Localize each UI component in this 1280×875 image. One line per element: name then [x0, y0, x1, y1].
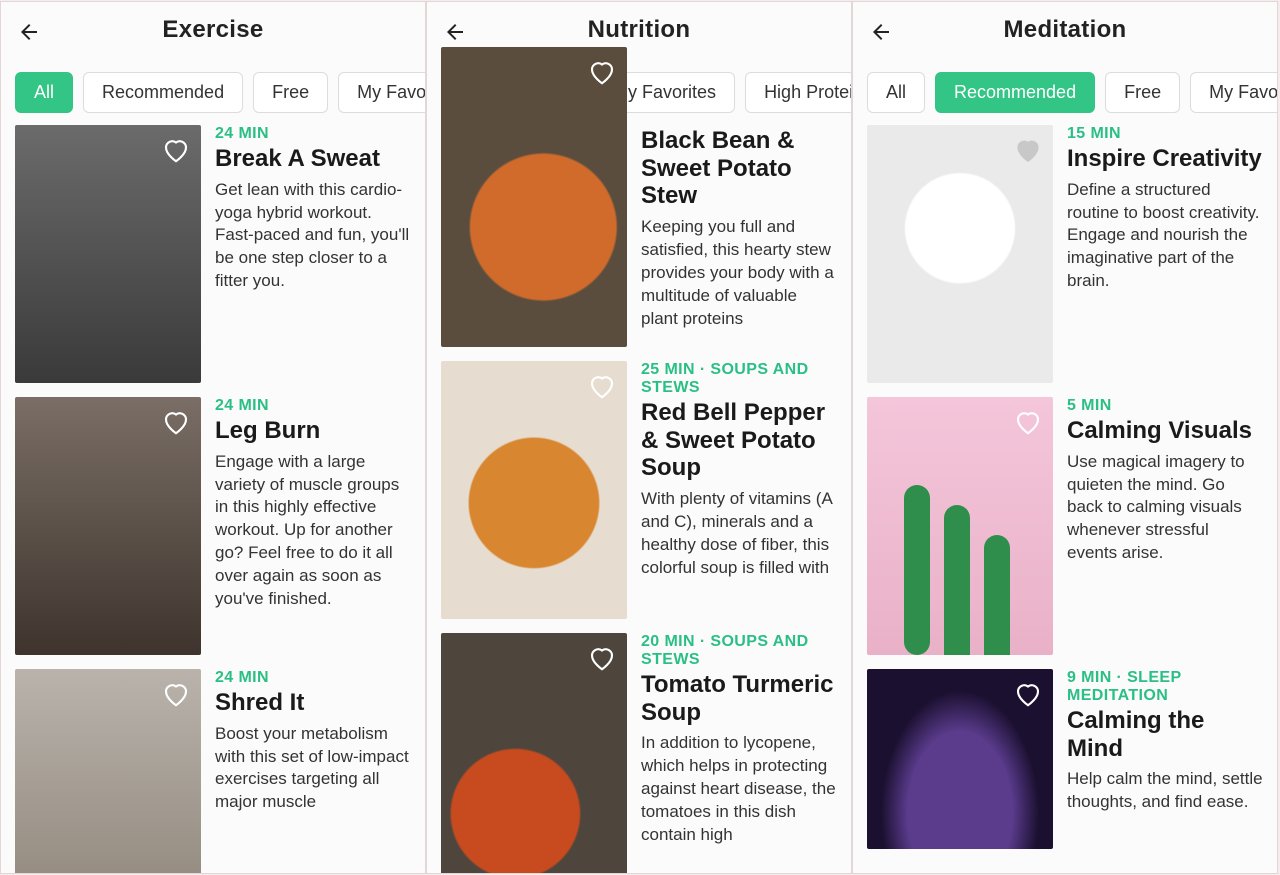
item-duration: 15 MIN [1067, 125, 1263, 143]
panel-exercise: Exercise All Recommended Free My Favorit… [0, 1, 426, 874]
back-button[interactable] [15, 18, 43, 46]
item-meta: 9 MIN · SLEEP MEDITATION Calming the Min… [1067, 669, 1263, 849]
back-arrow-icon [869, 20, 893, 44]
item-duration: 25 MIN · SOUPS AND STEWS [641, 361, 837, 397]
thumbnail [867, 125, 1053, 383]
header: Meditation [853, 2, 1277, 58]
item-description: Get lean with this cardio-yoga hybrid wo… [215, 179, 411, 294]
content-list: Black Bean & Sweet Potato Stew Keeping y… [427, 47, 851, 874]
favorite-button[interactable] [161, 679, 191, 709]
filter-bar: All Recommended Free My Favorites [1, 58, 425, 125]
back-arrow-icon [17, 20, 41, 44]
item-description: In addition to lycopene, which helps in … [641, 732, 837, 847]
item-title: Black Bean & Sweet Potato Stew [641, 127, 837, 210]
filter-chip-recommended[interactable]: Recommended [83, 72, 243, 113]
list-item[interactable]: 24 MIN Leg Burn Engage with a large vari… [15, 397, 411, 655]
item-meta: 24 MIN Leg Burn Engage with a large vari… [215, 397, 411, 655]
item-meta: Black Bean & Sweet Potato Stew Keeping y… [641, 47, 837, 347]
filter-chip-all[interactable]: All [867, 72, 925, 113]
item-description: Help calm the mind, settle thoughts, and… [1067, 768, 1263, 814]
filter-chip-all[interactable]: All [15, 72, 73, 113]
thumbnail [15, 669, 201, 874]
panel-meditation: Meditation All Recommended Free My Favor… [852, 1, 1278, 874]
item-meta: 24 MIN Shred It Boost your metabolism wi… [215, 669, 411, 874]
filter-chip-my-favorites[interactable]: My Favorites [338, 72, 425, 113]
thumbnail [441, 633, 627, 874]
list-item[interactable]: 5 MIN Calming Visuals Use magical imager… [867, 397, 1263, 655]
item-duration: 20 MIN · SOUPS AND STEWS [641, 633, 837, 669]
list-item[interactable]: 24 MIN Break A Sweat Get lean with this … [15, 125, 411, 383]
back-arrow-icon [443, 20, 467, 44]
item-duration: 9 MIN · SLEEP MEDITATION [1067, 669, 1263, 705]
item-title: Red Bell Pepper & Sweet Potato Soup [641, 399, 837, 482]
thumbnail [441, 47, 627, 347]
favorite-button[interactable] [161, 407, 191, 437]
item-description: Define a structured routine to boost cre… [1067, 179, 1263, 294]
item-duration: 5 MIN [1067, 397, 1263, 415]
item-meta: 5 MIN Calming Visuals Use magical imager… [1067, 397, 1263, 655]
favorite-button[interactable] [587, 643, 617, 673]
item-duration: 24 MIN [215, 669, 411, 687]
item-duration: 24 MIN [215, 397, 411, 415]
favorite-button[interactable] [1013, 407, 1043, 437]
content-list: 24 MIN Break A Sweat Get lean with this … [1, 125, 425, 874]
filter-chip-free[interactable]: Free [1105, 72, 1180, 113]
list-item[interactable]: 20 MIN · SOUPS AND STEWS Tomato Turmeric… [441, 633, 837, 874]
filter-chip-recommended[interactable]: Recommended [935, 72, 1095, 113]
favorite-button[interactable] [1013, 679, 1043, 709]
back-button[interactable] [867, 18, 895, 46]
list-item[interactable]: 24 MIN Shred It Boost your metabolism wi… [15, 669, 411, 874]
item-meta: 15 MIN Inspire Creativity Define a struc… [1067, 125, 1263, 383]
item-title: Inspire Creativity [1067, 145, 1263, 173]
favorite-button[interactable] [587, 371, 617, 401]
item-duration: 24 MIN [215, 125, 411, 143]
item-meta: 20 MIN · SOUPS AND STEWS Tomato Turmeric… [641, 633, 837, 874]
favorite-button[interactable] [587, 57, 617, 87]
favorite-button[interactable] [1013, 135, 1043, 165]
item-title: Break A Sweat [215, 145, 411, 173]
thumbnail [867, 397, 1053, 655]
item-description: Boost your metabolism with this set of l… [215, 723, 411, 815]
item-meta: 25 MIN · SOUPS AND STEWS Red Bell Pepper… [641, 361, 837, 619]
thumbnail [15, 397, 201, 655]
filter-bar: All Recommended Free My Favorites [853, 58, 1277, 125]
item-description: Keeping you full and satisfied, this hea… [641, 216, 837, 331]
page-title: Meditation [853, 16, 1277, 44]
list-item[interactable]: Black Bean & Sweet Potato Stew Keeping y… [441, 47, 837, 347]
page-title: Exercise [1, 16, 425, 44]
list-item[interactable]: 25 MIN · SOUPS AND STEWS Red Bell Pepper… [441, 361, 837, 619]
item-description: Engage with a large variety of muscle gr… [215, 451, 411, 612]
item-meta: 24 MIN Break A Sweat Get lean with this … [215, 125, 411, 383]
item-title: Shred It [215, 689, 411, 717]
back-button[interactable] [441, 18, 469, 46]
panel-nutrition: Nutrition All Free My Favorites High Pro… [426, 1, 852, 874]
thumbnail [441, 361, 627, 619]
item-description: With plenty of vitamins (A and C), miner… [641, 488, 837, 580]
page-title: Nutrition [427, 16, 851, 44]
item-description: Use magical imagery to quieten the mind.… [1067, 451, 1263, 566]
list-item[interactable]: 9 MIN · SLEEP MEDITATION Calming the Min… [867, 669, 1263, 849]
thumbnail [867, 669, 1053, 849]
item-title: Tomato Turmeric Soup [641, 671, 837, 726]
item-title: Calming the Mind [1067, 707, 1263, 762]
thumbnail [15, 125, 201, 383]
favorite-button[interactable] [161, 135, 191, 165]
item-title: Calming Visuals [1067, 417, 1263, 445]
header: Exercise [1, 2, 425, 58]
filter-chip-my-favorites[interactable]: My Favorites [1190, 72, 1277, 113]
list-item[interactable]: 15 MIN Inspire Creativity Define a struc… [867, 125, 1263, 383]
content-list: 15 MIN Inspire Creativity Define a struc… [853, 125, 1277, 849]
filter-chip-free[interactable]: Free [253, 72, 328, 113]
item-title: Leg Burn [215, 417, 411, 445]
